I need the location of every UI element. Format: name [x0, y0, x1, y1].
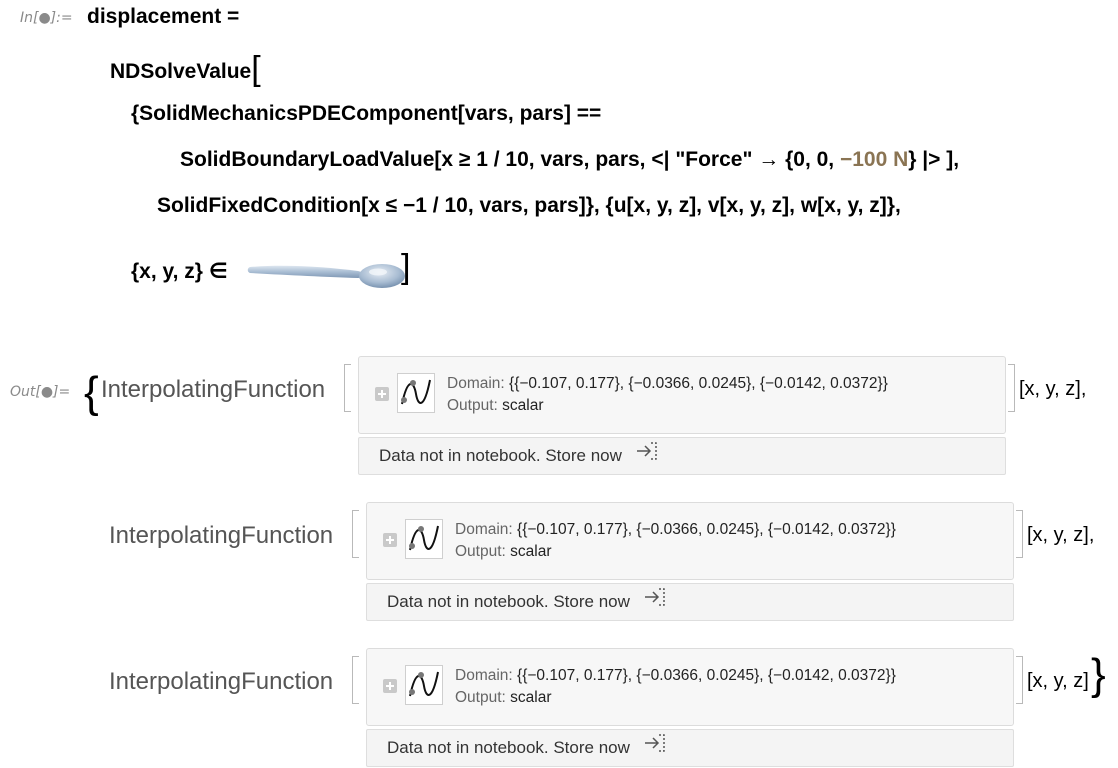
expand-plus-icon[interactable] [383, 533, 397, 547]
output-cell-label: Out[●]= [10, 384, 71, 400]
input-line-2[interactable]: NDSolveValue[ [110, 50, 261, 86]
store-arrow-icon[interactable] [643, 585, 667, 621]
domain-key: Domain: [447, 375, 505, 392]
right-bracket-1 [1008, 364, 1015, 412]
domain-key: Domain: [455, 667, 513, 684]
right-bracket-2 [1016, 510, 1023, 558]
function-meta-2: Domain: {{−0.107, 0.177}, {−0.0366, 0.02… [455, 519, 896, 563]
boundary-load-text: SolidBoundaryLoadValue[x ≥ 1 / 10, vars,… [180, 148, 835, 171]
function-meta-1: Domain: {{−0.107, 0.177}, {−0.0366, 0.02… [447, 373, 888, 417]
expand-plus-icon[interactable] [383, 679, 397, 693]
interpolating-function-box-1[interactable]: Domain: {{−0.107, 0.177}, {−0.0366, 0.02… [358, 356, 1006, 434]
force-quantity: −100 N [839, 148, 909, 171]
store-now-text: Data not in notebook. Store now [379, 446, 622, 465]
open-bracket: [ [251, 50, 261, 88]
domain-key: Domain: [455, 521, 513, 538]
left-bracket-1 [344, 364, 351, 412]
output-value: scalar [510, 689, 552, 706]
boundary-load-tail: } |> ], [908, 148, 960, 171]
function-plot-icon [405, 519, 443, 559]
input-line-6[interactable]: {x, y, z} ∈ [131, 259, 228, 284]
function-plot-icon [397, 373, 435, 413]
input-cell-label: In[●]:= [20, 10, 73, 26]
domain-value: {{−0.107, 0.177}, {−0.0366, 0.0245}, {−0… [509, 375, 888, 392]
interpolating-function-head-2: InterpolatingFunction [109, 522, 334, 549]
region-membership-text: {x, y, z} ∈ [131, 260, 228, 283]
interpolating-function-head-3: InterpolatingFunction [109, 668, 334, 695]
output-value: scalar [502, 397, 544, 414]
output-key: Output: [455, 689, 506, 706]
store-now-bar-3[interactable]: Data not in notebook. Store now [366, 729, 1014, 767]
input-line-1[interactable]: displacement = [87, 5, 239, 29]
function-plot-icon [405, 665, 443, 705]
function-args-1: [x, y, z], [1019, 378, 1087, 400]
input-line-5[interactable]: SolidFixedCondition[x ≤ −1 / 10, vars, p… [157, 194, 901, 218]
function-meta-3: Domain: {{−0.107, 0.177}, {−0.0366, 0.02… [455, 665, 896, 709]
store-now-bar-2[interactable]: Data not in notebook. Store now [366, 583, 1014, 621]
output-key: Output: [447, 397, 498, 414]
output-open-brace: { [84, 368, 99, 417]
right-bracket-3 [1016, 656, 1023, 704]
store-now-text: Data not in notebook. Store now [387, 738, 630, 757]
function-args-2: [x, y, z], [1027, 524, 1095, 546]
interpolating-function-head-1: InterpolatingFunction [101, 376, 326, 403]
expand-plus-icon[interactable] [375, 387, 389, 401]
input-line-4[interactable]: SolidBoundaryLoadValue[x ≥ 1 / 10, vars,… [180, 148, 959, 172]
store-now-text: Data not in notebook. Store now [387, 592, 630, 611]
function-args-3: [x, y, z] [1027, 670, 1089, 692]
close-bracket: ] [401, 248, 411, 286]
spoon-region-icon [247, 264, 405, 288]
output-close-brace: } [1091, 650, 1106, 699]
left-bracket-2 [352, 510, 359, 558]
ndsolvevalue-head: NDSolveValue [110, 60, 252, 83]
output-key: Output: [455, 543, 506, 560]
left-bracket-3 [352, 656, 359, 704]
interpolating-function-box-2[interactable]: Domain: {{−0.107, 0.177}, {−0.0366, 0.02… [366, 502, 1014, 580]
output-value: scalar [510, 543, 552, 560]
domain-value: {{−0.107, 0.177}, {−0.0366, 0.0245}, {−0… [517, 521, 896, 538]
store-arrow-icon[interactable] [643, 731, 667, 767]
store-now-bar-1[interactable]: Data not in notebook. Store now [358, 437, 1006, 475]
input-line-3[interactable]: {SolidMechanicsPDEComponent[vars, pars] … [131, 102, 601, 126]
interpolating-function-box-3[interactable]: Domain: {{−0.107, 0.177}, {−0.0366, 0.02… [366, 648, 1014, 726]
domain-value: {{−0.107, 0.177}, {−0.0366, 0.0245}, {−0… [517, 667, 896, 684]
store-arrow-icon[interactable] [635, 439, 659, 475]
